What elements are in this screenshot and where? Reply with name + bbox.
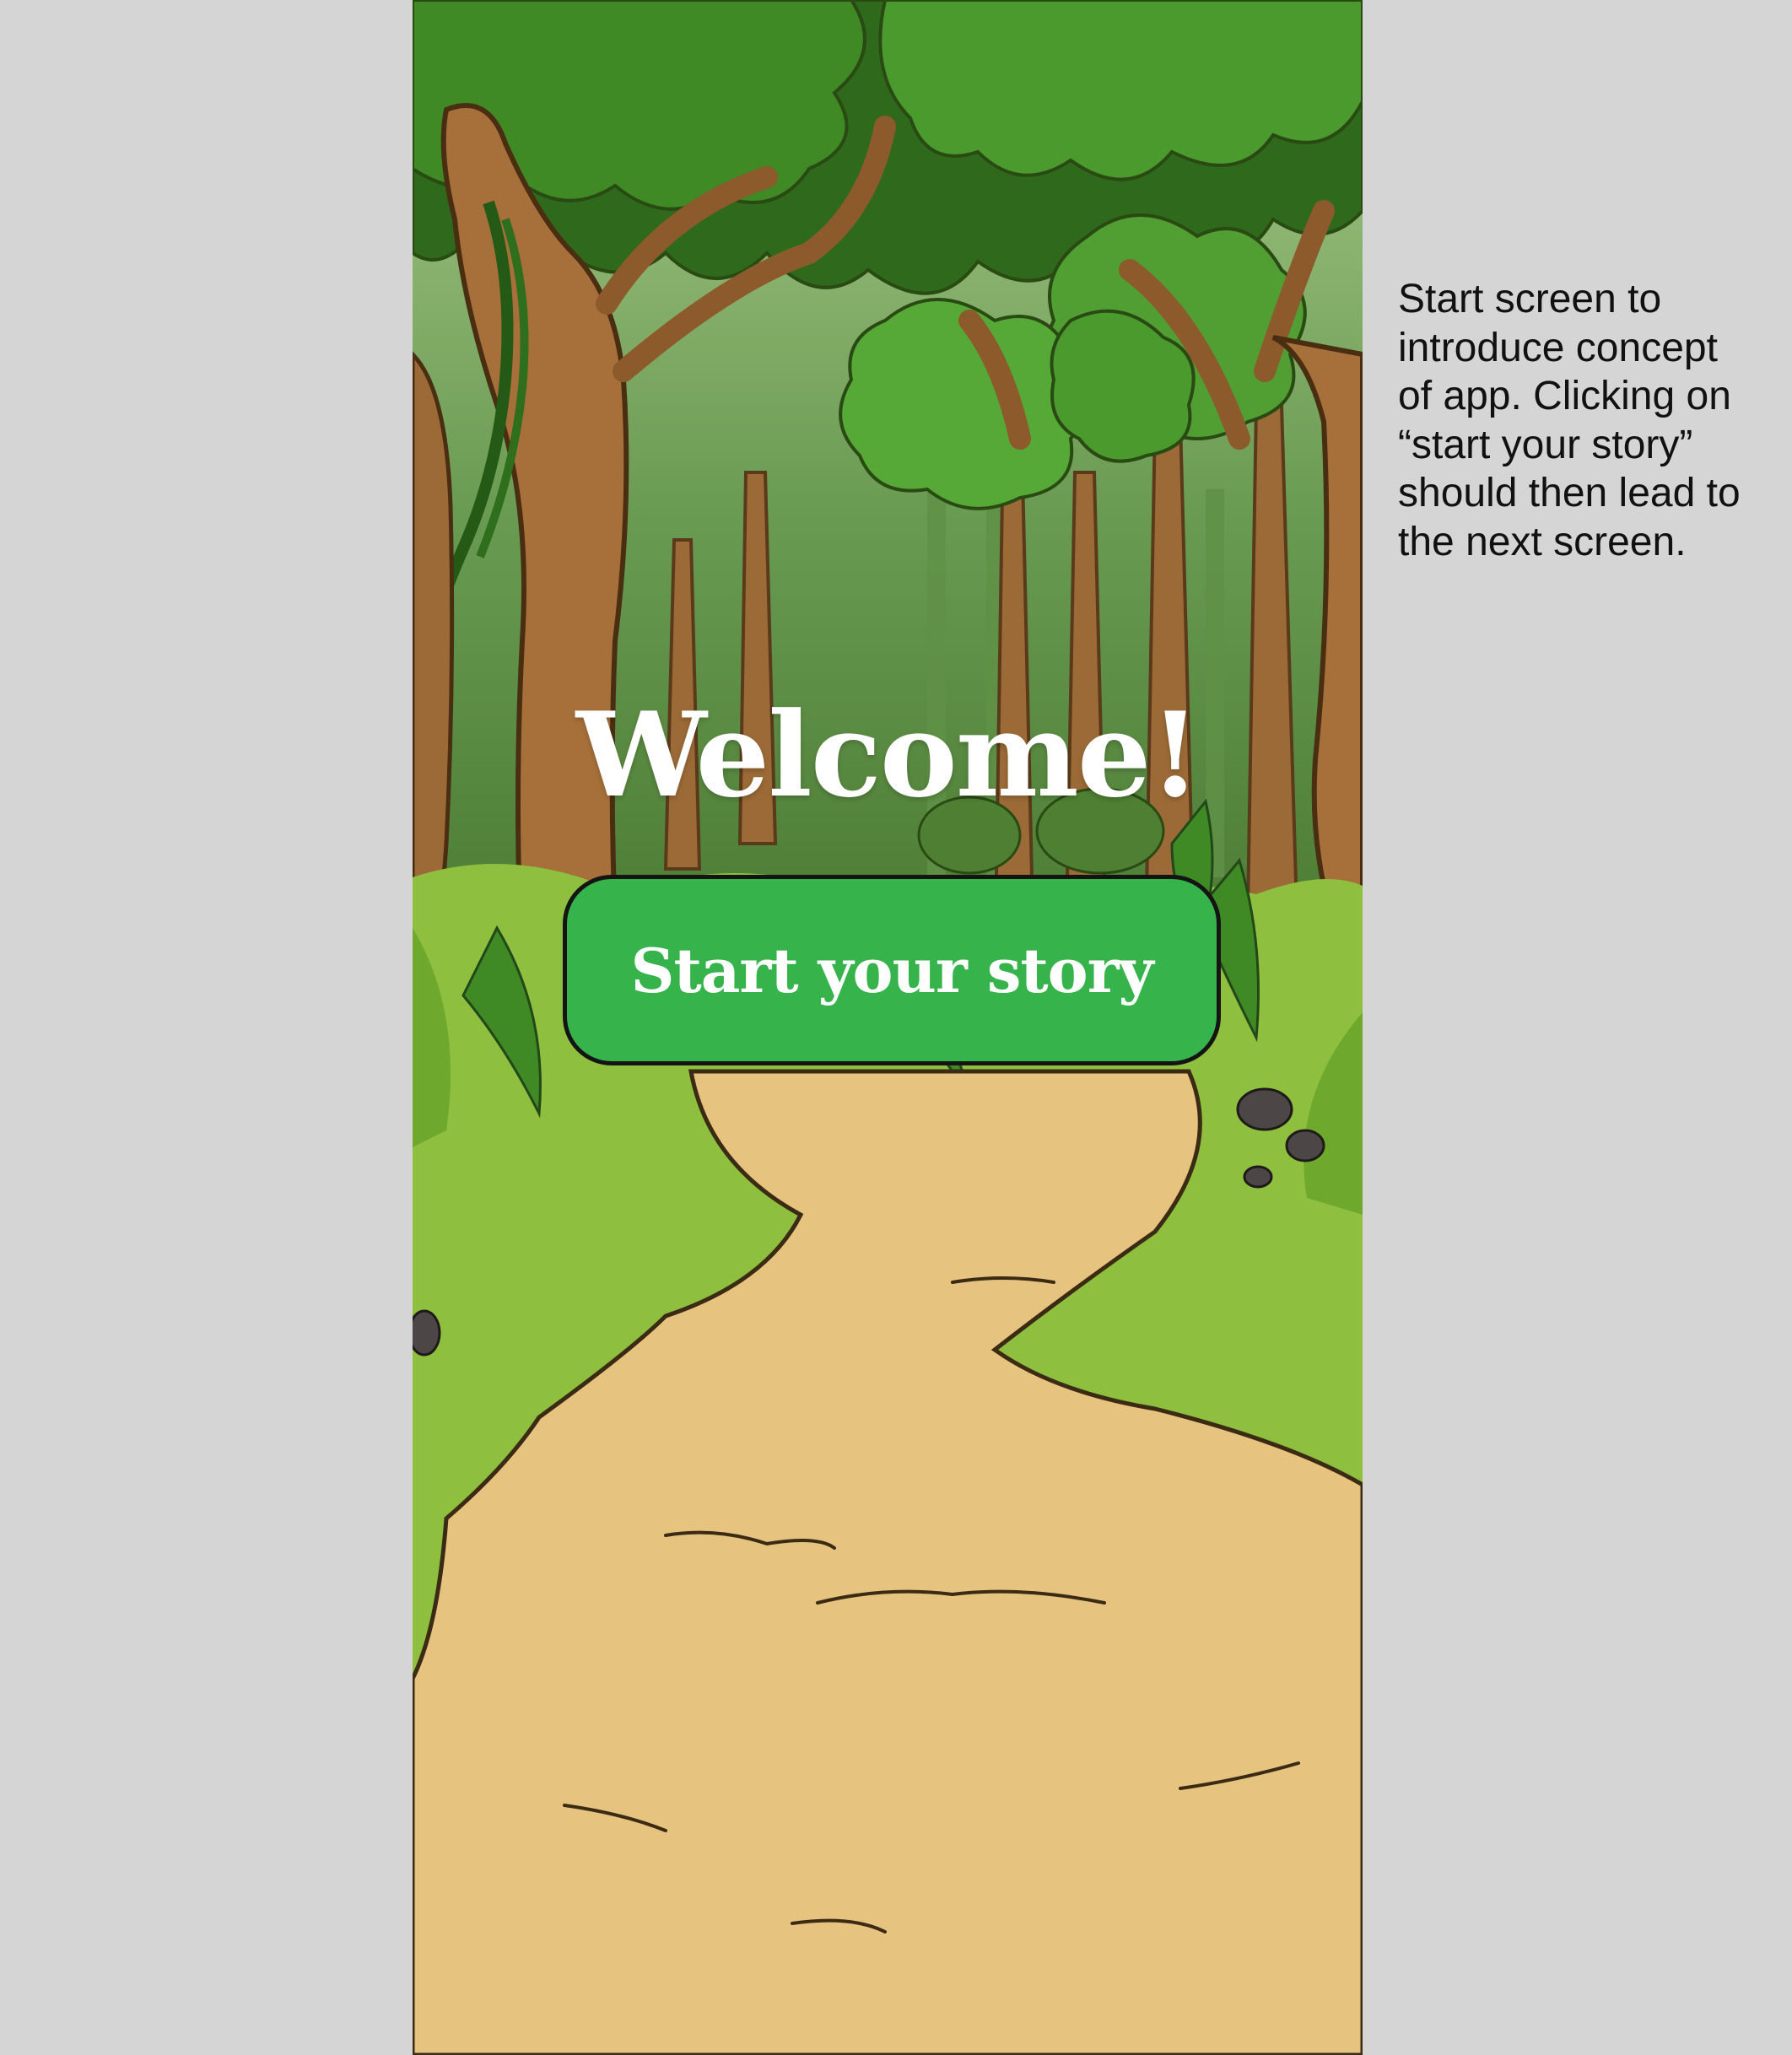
welcome-heading: Welcome! [575, 686, 1201, 823]
start-your-story-button[interactable]: Start your story [563, 875, 1221, 1065]
start-screen: Welcome! Start your story [413, 0, 1363, 2055]
design-annotation-note: Start screen to introduce concept of app… [1398, 277, 1741, 564]
canvas: Welcome! Start your story Start screen t… [0, 0, 1792, 2055]
